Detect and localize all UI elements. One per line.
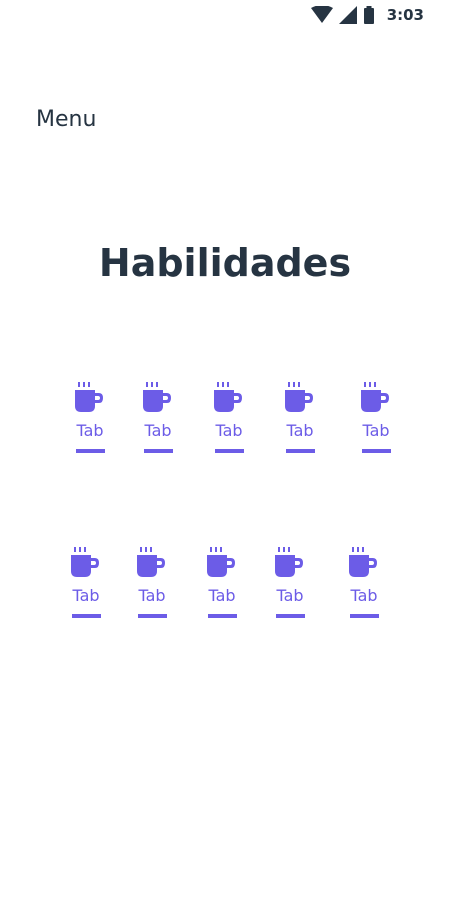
tab-indicator xyxy=(362,449,391,453)
tab[interactable]: Tab xyxy=(344,545,384,621)
tab-indicator xyxy=(286,449,315,453)
tab-label: Tab xyxy=(76,421,104,440)
menu-button[interactable]: Menu xyxy=(36,106,96,134)
tab[interactable]: Tab xyxy=(138,380,178,456)
battery-icon xyxy=(363,6,375,24)
tab-indicator xyxy=(276,614,305,618)
tab-label: Tab xyxy=(286,421,314,440)
tab[interactable]: Tab xyxy=(280,380,320,456)
tab-label: Tab xyxy=(208,586,236,605)
tab-label: Tab xyxy=(215,421,243,440)
wifi-icon xyxy=(310,6,333,24)
coffee-cup-icon xyxy=(137,547,167,579)
tab-label: Tab xyxy=(138,586,166,605)
tab-indicator xyxy=(350,614,379,618)
tab[interactable]: Tab xyxy=(209,380,249,456)
tab[interactable]: Tab xyxy=(356,380,396,456)
tab-indicator xyxy=(215,449,244,453)
coffee-cup-icon xyxy=(285,382,315,414)
tab-row: Tab Tab Tab Tab Tab xyxy=(0,545,450,625)
status-bar: 3:03 xyxy=(0,0,450,30)
coffee-cup-icon xyxy=(143,382,173,414)
tab-indicator xyxy=(208,614,237,618)
tab[interactable]: Tab xyxy=(132,545,172,621)
tab[interactable]: Tab xyxy=(66,545,106,621)
coffee-cup-icon xyxy=(275,547,305,579)
tab-label: Tab xyxy=(144,421,172,440)
status-icons: 3:03 xyxy=(310,6,424,24)
tab-indicator xyxy=(138,614,167,618)
signal-icon xyxy=(338,6,357,24)
tab[interactable]: Tab xyxy=(270,545,310,621)
coffee-cup-icon xyxy=(214,382,244,414)
tab-label: Tab xyxy=(350,586,378,605)
tab-indicator xyxy=(76,449,105,453)
tab-label: Tab xyxy=(362,421,390,440)
status-time: 3:03 xyxy=(386,6,424,24)
coffee-cup-icon xyxy=(75,382,105,414)
coffee-cup-icon xyxy=(207,547,237,579)
coffee-cup-icon xyxy=(71,547,101,579)
tab-indicator xyxy=(144,449,173,453)
tab[interactable]: Tab xyxy=(202,545,242,621)
tab-label: Tab xyxy=(276,586,304,605)
tab-label: Tab xyxy=(72,586,100,605)
page-title: Habilidades xyxy=(98,241,352,285)
tab[interactable]: Tab xyxy=(70,380,110,456)
tab-indicator xyxy=(72,614,101,618)
tab-row: Tab Tab Tab Tab Tab xyxy=(0,380,450,460)
coffee-cup-icon xyxy=(361,382,391,414)
coffee-cup-icon xyxy=(349,547,379,579)
